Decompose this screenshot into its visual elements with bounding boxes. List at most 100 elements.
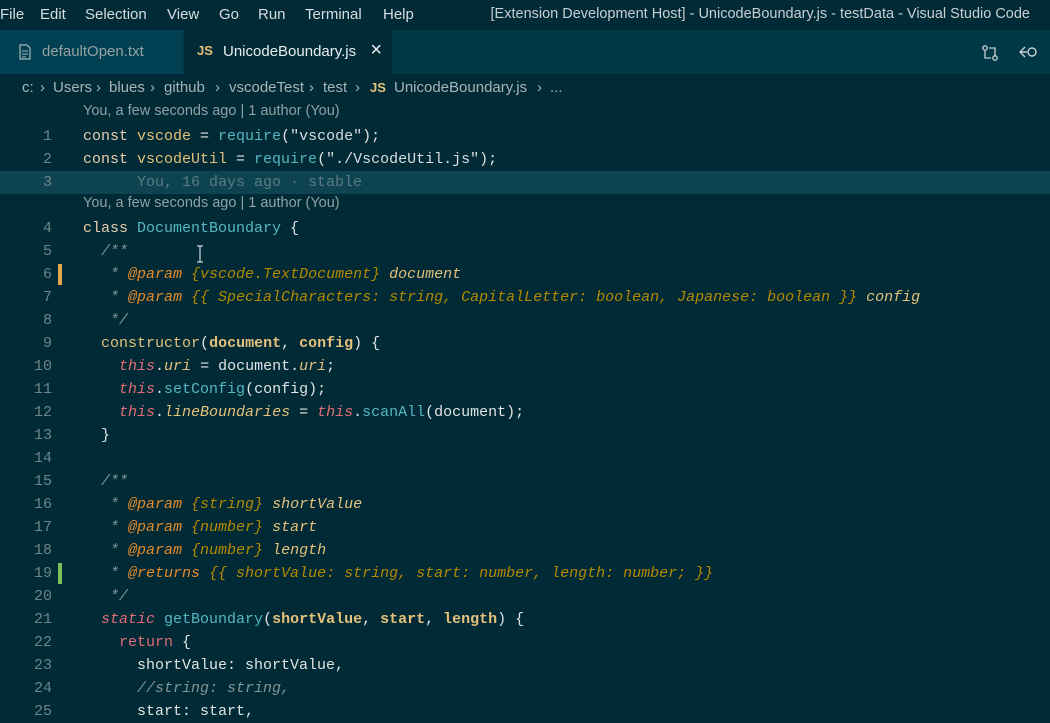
code-line[interactable]: 22 return { — [0, 631, 1050, 654]
js-file-icon: JS — [197, 43, 213, 58]
breadcrumb-item[interactable]: test — [323, 79, 347, 96]
menu-bar: File Edit Selection View Go Run Terminal… — [0, 0, 1050, 30]
go-back-icon[interactable] — [1017, 44, 1039, 65]
code-text: * @param {string} shortValue — [83, 496, 363, 513]
line-number: 3 — [42, 174, 52, 191]
code-line[interactable]: 2 const vscodeUtil = require("./VscodeUti… — [0, 148, 1050, 171]
line-number: 23 — [33, 657, 52, 674]
breadcrumb-item[interactable]: blues — [109, 79, 145, 96]
code-text: * @param {{ SpecialCharacters: string, C… — [83, 289, 921, 306]
code-text: start: start, — [83, 703, 255, 720]
tab-label: UnicodeBoundary.js — [223, 43, 357, 60]
line-number: 14 — [33, 450, 52, 467]
code-line[interactable]: 17 * @param {number} start — [0, 516, 1050, 539]
codelens-authors[interactable]: You, a few seconds ago | 1 author (You) — [83, 195, 340, 217]
code-line[interactable]: 20 */ — [0, 585, 1050, 608]
gutter-added-indicator[interactable] — [58, 563, 62, 584]
code-line[interactable]: 5 /** — [0, 240, 1050, 263]
chevron-right-icon: › — [150, 79, 155, 96]
tab-defaultopen[interactable]: defaultOpen.txt — [0, 30, 183, 74]
code-text: * @param {number} length — [83, 542, 327, 559]
menu-help[interactable]: Help — [383, 6, 414, 23]
line-number: 12 — [33, 404, 52, 421]
code-line[interactable]: 18 * @param {number} length — [0, 539, 1050, 562]
code-text: } — [83, 427, 111, 444]
code-line[interactable]: 14 — [0, 447, 1050, 470]
breadcrumb-item[interactable]: UnicodeBoundary.js — [394, 79, 527, 96]
chevron-right-icon: › — [537, 79, 542, 96]
code-line[interactable]: 4 class DocumentBoundary { — [0, 217, 1050, 240]
code-text: return { — [119, 634, 192, 651]
git-compare-icon[interactable] — [981, 44, 999, 67]
menu-selection[interactable]: Selection — [85, 6, 147, 23]
code-line[interactable]: 13 } — [0, 424, 1050, 447]
code-line[interactable]: 16 * @param {string} shortValue — [0, 493, 1050, 516]
code-text: class DocumentBoundary { — [83, 220, 300, 237]
breadcrumb-item[interactable]: c: — [22, 79, 34, 96]
menu-edit[interactable]: Edit — [40, 6, 66, 23]
code-line[interactable]: 21 static getBoundary(shortValue, start,… — [0, 608, 1050, 631]
tab-unicodeboundary[interactable]: JS UnicodeBoundary.js × — [184, 30, 392, 74]
line-number: 2 — [42, 151, 52, 168]
breadcrumb-item[interactable]: vscodeTest — [229, 79, 304, 96]
line-number: 24 — [33, 680, 52, 697]
close-icon[interactable]: × — [370, 39, 382, 62]
breadcrumb-item[interactable]: ... — [550, 79, 563, 96]
code-line[interactable]: 8 */ — [0, 309, 1050, 332]
chevron-right-icon: › — [40, 79, 45, 96]
code-text: */ — [83, 588, 129, 605]
line-number: 8 — [42, 312, 52, 329]
code-line[interactable]: 9 constructor(document, config) { — [0, 332, 1050, 355]
code-line[interactable]: 23 shortValue: shortValue, — [0, 654, 1050, 677]
code-text: constructor(document, config) { — [101, 335, 381, 352]
code-text: */ — [83, 312, 129, 329]
code-line[interactable]: 19 * @returns {{ shortValue: string, sta… — [0, 562, 1050, 585]
line-number: 4 — [42, 220, 52, 237]
line-number: 11 — [33, 381, 52, 398]
code-line[interactable]: 12 this.lineBoundaries = this.scanAll(do… — [0, 401, 1050, 424]
js-file-icon: JS — [370, 80, 386, 95]
breadcrumb-item[interactable]: github — [164, 79, 205, 96]
line-number: 17 — [33, 519, 52, 536]
code-text: this.lineBoundaries = this.scanAll(docum… — [119, 404, 525, 421]
code-line[interactable]: 10 this.uri = document.uri; — [0, 355, 1050, 378]
menu-go[interactable]: Go — [219, 6, 239, 23]
git-blame-annotation: You, 16 days ago · stable — [137, 174, 363, 191]
breadcrumb-item[interactable]: Users — [53, 79, 92, 96]
menu-view[interactable]: View — [167, 6, 199, 23]
menu-terminal[interactable]: Terminal — [305, 6, 362, 23]
code-editor[interactable]: You, a few seconds ago | 1 author (You) 1… — [0, 102, 1050, 720]
chevron-right-icon: › — [96, 79, 101, 96]
code-text: /** — [83, 243, 129, 260]
line-number: 10 — [33, 358, 52, 375]
file-icon — [18, 44, 32, 64]
line-number: 20 — [33, 588, 52, 605]
menu-run[interactable]: Run — [258, 6, 286, 23]
codelens-authors[interactable]: You, a few seconds ago | 1 author (You) — [83, 103, 340, 125]
line-number: 19 — [33, 565, 52, 582]
line-number: 9 — [42, 335, 52, 352]
line-number: 5 — [42, 243, 52, 260]
code-line[interactable]: 3 You, 16 days ago · stable — [0, 171, 1050, 194]
code-line[interactable]: 15 /** — [0, 470, 1050, 493]
gutter-modified-indicator[interactable] — [58, 264, 62, 285]
line-number: 18 — [33, 542, 52, 559]
code-line[interactable]: 24 //string: string, — [0, 677, 1050, 700]
code-text: this.setConfig(config); — [119, 381, 327, 398]
line-number: 7 — [42, 289, 52, 306]
code-line[interactable]: 7 * @param {{ SpecialCharacters: string,… — [0, 286, 1050, 309]
code-line[interactable]: 6 * @param {vscode.TextDocument} documen… — [0, 263, 1050, 286]
code-line[interactable]: 11 this.setConfig(config); — [0, 378, 1050, 401]
line-number: 21 — [33, 611, 52, 628]
chevron-right-icon: › — [309, 79, 314, 96]
line-number: 25 — [33, 703, 52, 720]
tab-bar: defaultOpen.txt JS UnicodeBoundary.js × — [0, 30, 1050, 74]
tab-label: defaultOpen.txt — [42, 43, 144, 60]
code-text: static getBoundary(shortValue, start, le… — [101, 611, 525, 628]
line-number: 15 — [33, 473, 52, 490]
chevron-right-icon: › — [355, 79, 360, 96]
window-title: [Extension Development Host] - UnicodeBo… — [490, 6, 1030, 22]
text-cursor-icon — [196, 245, 204, 263]
menu-file[interactable]: File — [0, 6, 24, 23]
code-line[interactable]: 1 const vscode = require("vscode"); — [0, 125, 1050, 148]
